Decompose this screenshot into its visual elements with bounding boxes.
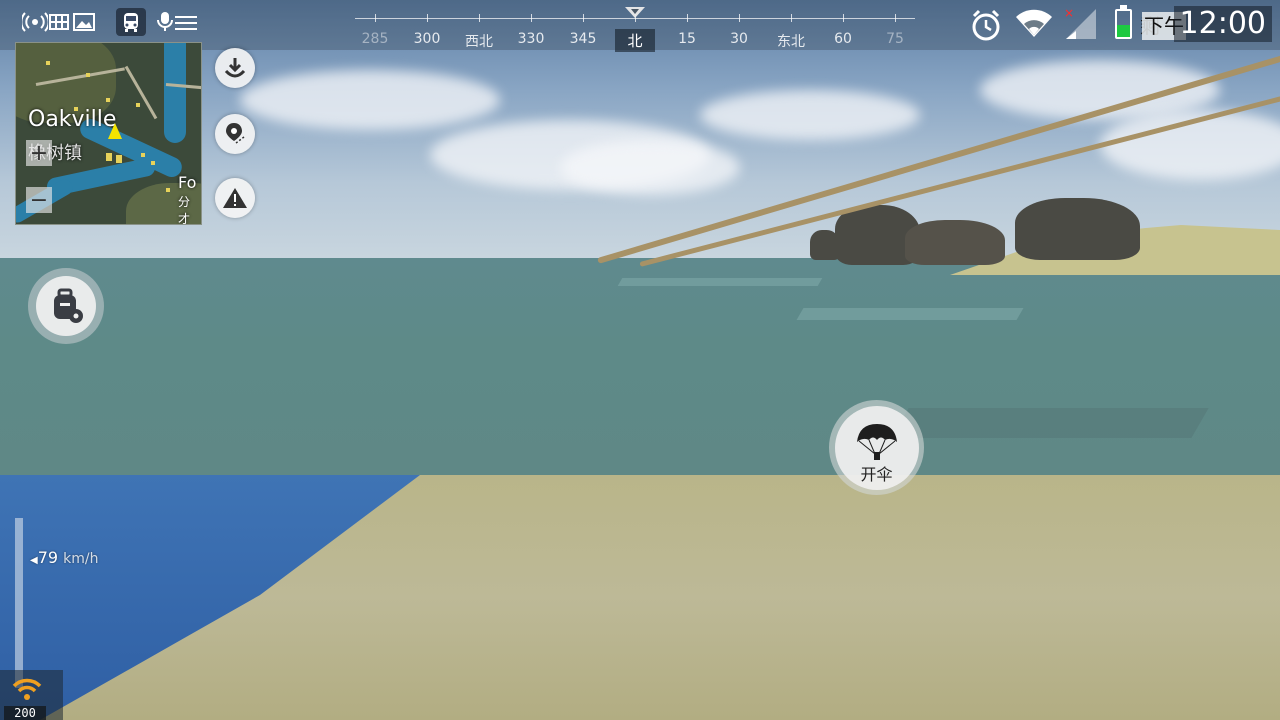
compass-pointer-inner — [631, 9, 639, 14]
compass-heading-label: 285 — [361, 31, 389, 47]
clock: 12:00 — [1173, 6, 1272, 42]
map-zoom-in-button[interactable]: + — [26, 140, 52, 166]
rock — [905, 220, 1005, 265]
warning-button[interactable] — [215, 178, 255, 218]
backpack-settings-inner — [36, 276, 96, 336]
wifi-signal-icon — [12, 678, 42, 700]
minimap[interactable]: Oakville 橡树镇 Fo 分才 + − — [15, 42, 202, 225]
speed-value: 79 — [37, 548, 59, 567]
compass-heading-label: 30 — [730, 31, 748, 47]
compass-tick — [895, 14, 896, 22]
battery-fill — [1117, 25, 1130, 37]
network-ping: 200 — [0, 670, 63, 720]
open-parachute-button[interactable]: 开伞 — [829, 400, 924, 495]
mark-location-button[interactable] — [215, 114, 255, 154]
speed-caret-icon: ◀ — [30, 555, 38, 566]
compass-tick — [427, 14, 428, 22]
compass-tick — [583, 14, 584, 22]
wifi-icon — [1014, 8, 1054, 42]
alarm-icon — [970, 8, 1002, 46]
warning-icon — [223, 188, 247, 208]
grid-icon[interactable] — [48, 8, 70, 36]
vehicle-icon[interactable] — [116, 8, 146, 36]
compass-heading-label: 300 — [413, 31, 441, 47]
compass-heading-label: 345 — [569, 31, 597, 47]
battery-icon — [1115, 9, 1132, 39]
compass-tick — [739, 14, 740, 22]
compass-heading-label: 东北 — [777, 34, 805, 50]
open-parachute-label: 开伞 — [860, 464, 893, 484]
compass-heading-label: 60 — [834, 31, 852, 47]
compass-tick — [375, 14, 376, 22]
ping-value: 200 — [4, 706, 46, 720]
map-place-name-2-zh: 分才 — [178, 195, 191, 225]
pickup-button[interactable] — [215, 48, 255, 88]
backpack-gear-icon — [54, 288, 83, 323]
location-pin-icon — [226, 123, 245, 144]
cellular-signal-icon: × — [1064, 6, 1098, 45]
image-icon[interactable] — [70, 8, 98, 36]
voice-settings-icon[interactable] — [154, 8, 200, 36]
compass-tick — [791, 14, 792, 22]
player-position-arrow — [108, 123, 122, 139]
download-icon — [224, 58, 246, 78]
open-parachute-inner: 开伞 — [834, 405, 919, 490]
map-place-name: Oakville — [28, 107, 117, 132]
device-status-bar: × 剩 下午 12:00 — [960, 0, 1280, 50]
compass-heading-label: 75 — [886, 31, 904, 47]
map-place-name-2: Fo — [178, 173, 197, 192]
compass-tick — [531, 14, 532, 22]
compass-heading-label: 330 — [517, 31, 545, 47]
speed-readout: ◀79 km/h — [30, 548, 99, 567]
radio-icon[interactable] — [20, 8, 50, 36]
backpack-settings-button[interactable] — [28, 268, 104, 344]
top-left-icons — [18, 8, 203, 38]
rock — [1015, 198, 1140, 260]
compass-heading-label: 15 — [678, 31, 696, 47]
compass-heading-label: 北 — [615, 29, 655, 52]
map-zoom-out-button[interactable]: − — [26, 187, 52, 213]
parachute-icon — [856, 423, 897, 460]
speed-unit: km/h — [63, 551, 99, 567]
sea — [0, 258, 1280, 478]
compass-tick — [843, 14, 844, 22]
compass-heading-label: 西北 — [465, 34, 493, 50]
compass-tick — [687, 14, 688, 22]
svg-text:×: × — [1064, 7, 1074, 20]
altitude-speed-bar — [15, 518, 23, 688]
compass-tick — [479, 14, 480, 22]
